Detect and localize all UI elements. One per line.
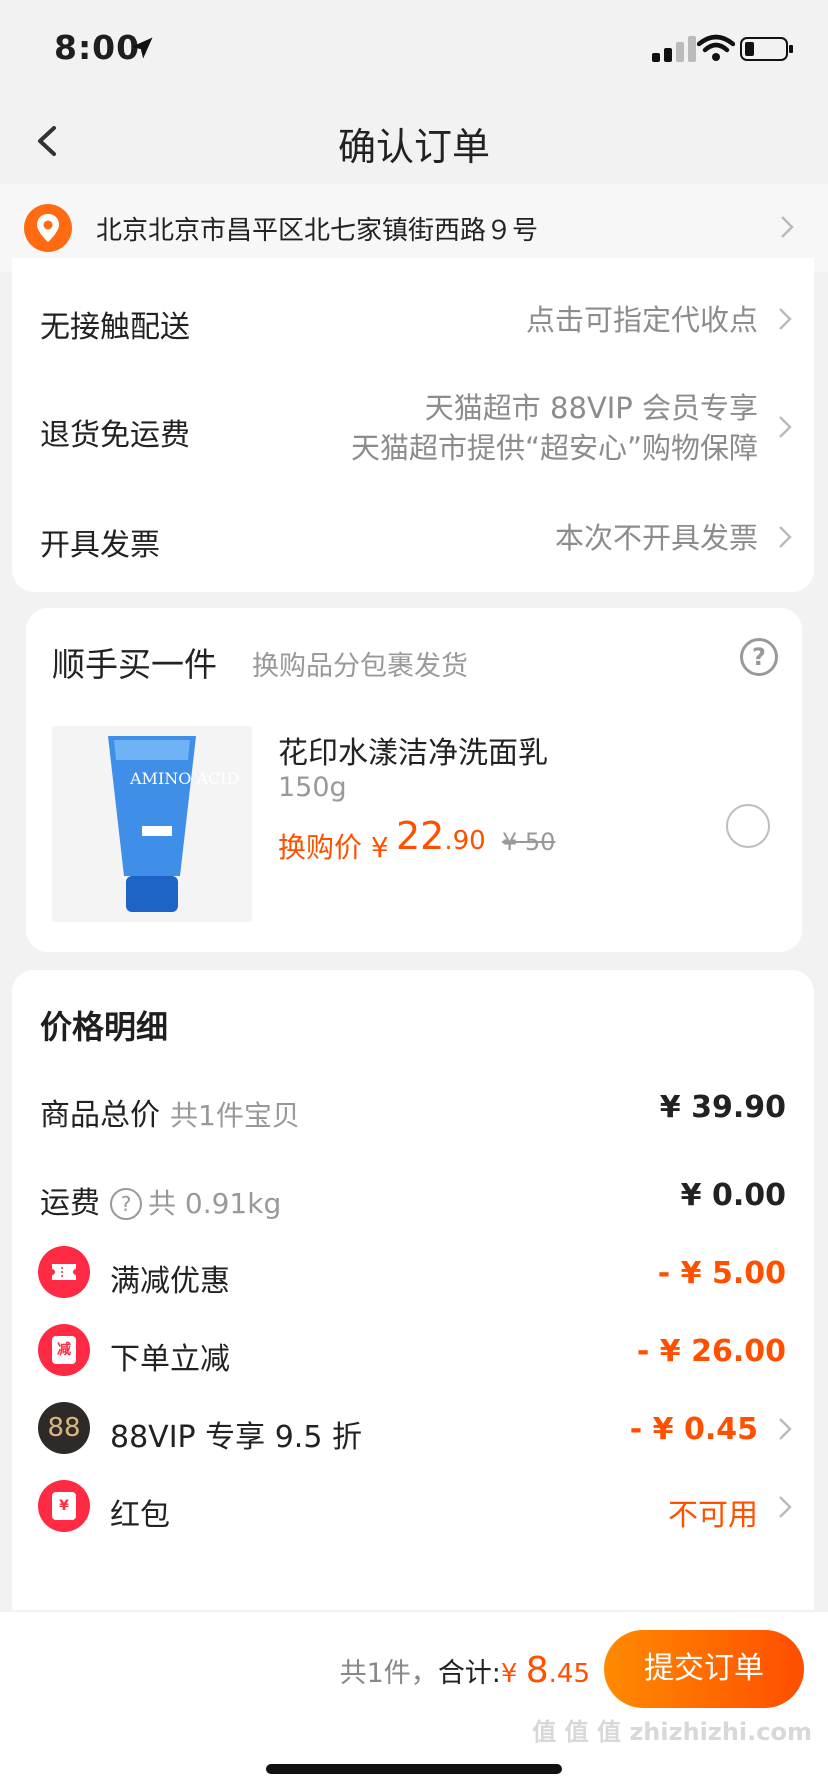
reduce-badge-icon: 减 (38, 1324, 90, 1376)
price-detail-title: 价格明细 (40, 1008, 169, 1046)
product-original-price: ¥ 50 (502, 828, 556, 856)
addon-title: 顺手买一件 (52, 645, 217, 684)
product-image-text: AMINO ACID (129, 769, 239, 788)
chevron-right-icon (779, 308, 792, 330)
shipping-sub: 共 0.91kg (148, 1187, 282, 1220)
address-text: 北京北京市昌平区北七家镇街西路９号 (96, 216, 539, 246)
return-free-line1: 天猫超市 88VIP 会员专享 (424, 391, 758, 425)
red-packet-char: ¥ (52, 1492, 76, 1520)
radio-unchecked-icon[interactable] (726, 804, 770, 848)
wifi-icon (697, 34, 735, 61)
watermark: 值 值 值 zhizhizhi.com (532, 1718, 812, 1746)
order-total: 共1件，合计:¥ 8.45 (340, 1650, 590, 1691)
signal-icon (652, 36, 696, 62)
location-pin-icon (24, 204, 72, 252)
status-bar: 8:00 (0, 0, 828, 100)
chevron-right-icon (779, 526, 792, 548)
reduce-badge-char: 减 (52, 1336, 76, 1364)
red-packet-label: 红包 (110, 1498, 170, 1533)
total-label: 合计: (437, 1658, 501, 1689)
contactless-value: 点击可指定代收点 (525, 303, 758, 337)
home-indicator[interactable] (266, 1764, 562, 1774)
goods-total-value: ¥ 39.90 (659, 1090, 786, 1125)
total-amount-int: 8 (525, 1650, 549, 1691)
addon-card: 顺手买一件 换购品分包裹发货 ? AMINO ACID 花印水漾洁净洗面乳 15… (26, 608, 802, 952)
invoice-label: 开具发票 (40, 528, 160, 563)
product-price-dec: .90 (444, 826, 486, 856)
shipping-label-text: 运费 (40, 1186, 100, 1221)
shipping-value: ¥ 0.00 (680, 1178, 786, 1213)
order-reduction-value: - ¥ 26.00 (636, 1334, 786, 1369)
addon-subtitle: 换购品分包裹发货 (252, 651, 468, 682)
goods-total-label: 商品总价 共1件宝贝 (40, 1090, 300, 1134)
nav-bar: 确认订单 (0, 100, 828, 184)
chevron-right-icon (781, 216, 794, 238)
page-title: 确认订单 (337, 125, 490, 169)
delivery-options-card: 无接触配送 点击可指定代收点 退货免运费 天猫超市 88VIP 会员专享 天猫超… (12, 258, 814, 592)
product-spec: 150g (278, 772, 347, 803)
product-name: 花印水漾洁净洗面乳 (278, 736, 548, 771)
price-detail-card: 价格明细 商品总价 共1件宝贝 ¥ 39.90 运费? 共 0.91kg ¥ 0.0… (12, 970, 814, 1610)
chevron-right-icon (779, 1418, 792, 1440)
invoice-value: 本次不开具发票 (554, 521, 758, 555)
help-circle-icon[interactable]: ? (110, 1188, 142, 1220)
contactless-label: 无接触配送 (40, 310, 190, 345)
chevron-right-icon (779, 1496, 792, 1518)
order-reduction-label: 下单立减 (110, 1342, 230, 1377)
battery-icon (740, 37, 793, 61)
product-price: 22.90 (396, 814, 486, 858)
total-amount-dec: .45 (548, 1659, 590, 1689)
vip-discount-value: - ¥ 0.45 (629, 1412, 758, 1447)
product-image[interactable]: AMINO ACID (52, 726, 252, 922)
shipping-label: 运费? 共 0.91kg (40, 1178, 281, 1222)
total-currency: ¥ (500, 1659, 526, 1689)
order-count: 共1件， (339, 1658, 438, 1689)
submit-bar: 共1件，合计:¥ 8.45 提交订单 值 值 值 zhizhizhi.com (0, 1612, 828, 1792)
red-packet-icon: ¥ (38, 1480, 90, 1532)
return-free-line2: 天猫超市提供“超安心”购物保障 (350, 431, 758, 465)
product-price-int: 22 (396, 814, 445, 858)
ticket-icon (38, 1246, 90, 1298)
return-free-value: 天猫超市 88VIP 会员专享 天猫超市提供“超安心”购物保障 (351, 388, 758, 468)
red-packet-value: 不可用 (668, 1498, 758, 1533)
full-reduction-label: 满减优惠 (110, 1264, 230, 1299)
chevron-right-icon (779, 416, 792, 438)
goods-total-sub: 共1件宝贝 (170, 1099, 300, 1132)
goods-total-label-text: 商品总价 (40, 1098, 160, 1133)
return-free-label: 退货免运费 (40, 418, 190, 453)
location-arrow-icon (131, 37, 153, 59)
full-reduction-value: - ¥ 5.00 (657, 1256, 786, 1291)
submit-order-button[interactable]: 提交订单 (604, 1630, 804, 1708)
vip-discount-label: 88VIP 专享 9.5 折 (110, 1420, 362, 1455)
vip-88-icon: 88 (38, 1402, 90, 1454)
help-circle-icon[interactable]: ? (740, 638, 778, 676)
total-amount: 8.45 (526, 1650, 590, 1691)
product-price-label: 换购价 ¥ (278, 831, 389, 864)
